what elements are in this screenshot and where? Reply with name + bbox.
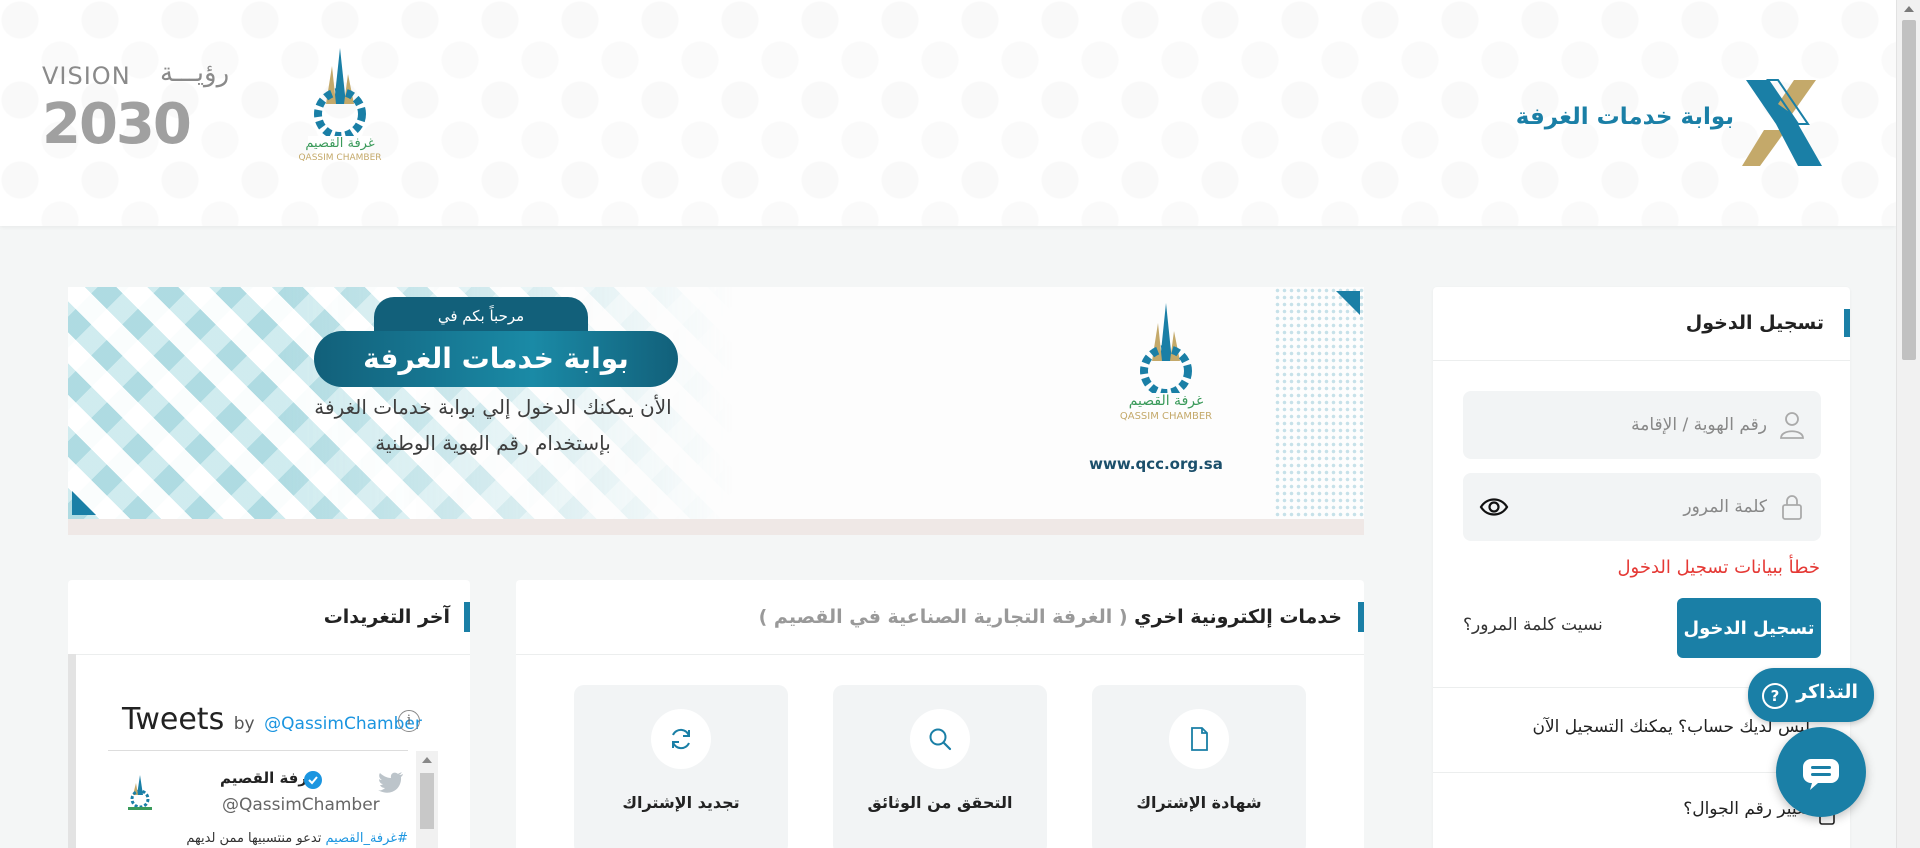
tweets-frame-edge	[68, 654, 76, 848]
banner-dots	[1274, 287, 1364, 519]
tweets-card: آخر التغريدات Tweets by @QassimChamber i…	[68, 580, 470, 848]
site-header: بوابة خدمات الغرفة غرفة القصيم QASSIM CH…	[0, 0, 1896, 226]
scroll-up-arrow-icon[interactable]	[1904, 6, 1914, 12]
tweets-by: by	[233, 714, 255, 734]
scroll-thumb[interactable]	[420, 773, 434, 829]
tweet-author-handle[interactable]: @QassimChamber	[222, 795, 380, 815]
chat-button[interactable]	[1776, 727, 1866, 817]
divider	[68, 654, 470, 655]
lock-icon	[1782, 495, 1802, 520]
service-tile-subscription-certificate[interactable]: شهادة الإشتراك	[1092, 685, 1306, 848]
vision-year: 2030	[42, 92, 192, 157]
tile-icon-circle	[910, 709, 970, 769]
scroll-thumb[interactable]	[1902, 20, 1916, 360]
tweet-text-body: تدعو منتسبيها ممن لديهم	[186, 831, 326, 846]
tile-label: تجديد الإشتراك	[622, 793, 740, 812]
tickets-button[interactable]: التذاكر ?	[1748, 668, 1874, 722]
banner-line-2: بإستخدام رقم الهوية الوطنية	[375, 431, 611, 455]
refresh-icon	[672, 728, 690, 750]
tile-label: التحقق من الوثائق	[867, 793, 1013, 812]
services-title: خدمات إلكترونية اخري ( الغرفة التجارية ا…	[759, 602, 1364, 632]
search-icon	[929, 728, 952, 751]
vision-arabic: رؤيـــة	[160, 58, 230, 88]
svg-text:غرفة القصيم: غرفة القصيم	[1129, 393, 1204, 409]
login-error: خطأ ببيانات تسجيل الدخول	[1617, 557, 1820, 578]
tweet-text: #غرفة_القصيم تدعو منتسبيها ممن لديهم	[172, 831, 408, 846]
service-tile-renew-subscription[interactable]: تجديد الإشتراك	[574, 685, 788, 848]
corner-triangle-icon	[1336, 291, 1360, 315]
document-icon	[1191, 727, 1208, 751]
tweets-heading: Tweets by @QassimChamber	[122, 702, 422, 737]
info-icon[interactable]: i	[398, 710, 420, 732]
login-button[interactable]: تسجيل الدخول	[1677, 598, 1821, 658]
scroll-up-arrow-icon[interactable]	[422, 757, 432, 763]
service-tile-verify-documents[interactable]: التحقق من الوثائق	[833, 685, 1047, 848]
svg-text:QASSIM CHAMBER: QASSIM CHAMBER	[298, 153, 381, 163]
tweets-scrollbar[interactable]	[416, 751, 438, 848]
login-title: تسجيل الدخول	[1686, 309, 1850, 337]
twitter-bird-icon[interactable]	[378, 771, 404, 793]
corner-triangle-icon	[72, 491, 96, 515]
verified-badge-icon	[304, 771, 322, 789]
banner-url: www.qcc.org.sa	[1089, 455, 1223, 473]
tweets-heading-text: Tweets	[122, 702, 225, 737]
help-icon: ?	[1762, 683, 1788, 709]
tweet-hashtag-link[interactable]: #غرفة_القصيم	[325, 831, 408, 846]
tile-icon-circle	[651, 709, 711, 769]
divider	[516, 654, 1364, 655]
password-field[interactable]	[1463, 473, 1821, 541]
user-icon	[1780, 412, 1804, 439]
eye-icon[interactable]	[1479, 493, 1509, 521]
services-subtitle: ( الغرفة التجارية الصناعية في القصيم )	[758, 606, 1128, 628]
id-input[interactable]	[1527, 405, 1767, 445]
services-title-text: خدمات إلكترونية اخري	[1134, 606, 1342, 628]
tile-label: شهادة الإشتراك	[1136, 793, 1262, 812]
password-input[interactable]	[1527, 487, 1767, 527]
vision-2030-logo: VISION رؤيـــة 2030	[42, 58, 229, 157]
tweets-title: آخر التغريدات	[324, 602, 470, 632]
portal-title: بوابة خدمات الغرفة	[1515, 104, 1734, 130]
chat-icon	[1803, 759, 1839, 790]
vision-word: VISION	[42, 62, 131, 90]
divider	[1433, 360, 1850, 361]
banner-welcome: مرحباً بكم في	[374, 297, 588, 335]
tickets-label: التذاكر	[1796, 681, 1858, 703]
avatar	[128, 775, 152, 810]
welcome-banner: مرحباً بكم في بوابة خدمات الغرفة الأن يم…	[68, 287, 1364, 535]
svg-text:غرفة القصيم: غرفة القصيم	[305, 136, 374, 151]
id-field[interactable]	[1463, 391, 1821, 459]
tweet-item[interactable]: غرفة القصيم @QassimChamber #غرفة_القصيم …	[108, 751, 408, 848]
qassim-chamber-logo: غرفة القصيم QASSIM CHAMBER	[298, 48, 382, 163]
banner-portal-name: بوابة خدمات الغرفة	[314, 331, 678, 387]
page-scrollbar[interactable]	[1896, 0, 1920, 848]
qassim-chamber-logo: غرفة القصيم QASSIM CHAMBER	[1120, 303, 1212, 422]
tile-icon-circle	[1169, 709, 1229, 769]
portal-logo-icon[interactable]	[1738, 74, 1824, 170]
svg-text:QASSIM CHAMBER: QASSIM CHAMBER	[1120, 411, 1212, 422]
banner-line-1: الأن يمكنك الدخول إلي بوابة خدمات الغرفة	[314, 395, 672, 419]
services-card: خدمات إلكترونية اخري ( الغرفة التجارية ا…	[516, 580, 1364, 848]
forgot-password-link[interactable]: نسيت كلمة المرور؟	[1463, 615, 1603, 635]
